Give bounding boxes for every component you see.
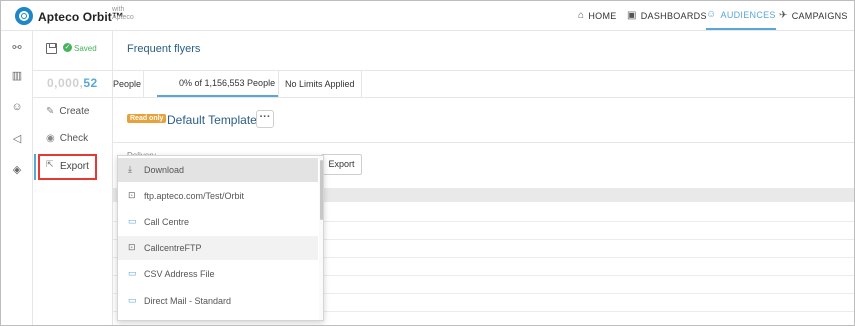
nav-campaigns[interactable]: ✈ CAMPAIGNS: [779, 1, 848, 30]
app-window: Apteco Orbit™ with Apteco ⌂ HOME ▣ DASHB…: [0, 0, 855, 326]
menu-export[interactable]: ⇱ Export: [38, 154, 97, 180]
template-name: Default Template: [167, 113, 257, 127]
menu-check[interactable]: ◉ Check: [46, 133, 88, 144]
count-row: [33, 70, 854, 98]
divider: [361, 71, 362, 98]
apteco-logo-icon: [15, 7, 33, 25]
read-only-badge: Read only: [127, 114, 167, 123]
dropdown-item-direct-mail[interactable]: ▭ Direct Mail - Standard: [118, 289, 318, 313]
delivery-dropdown: ⤓ Download ⊡ ftp.apteco.com/Test/Orbit ▭…: [117, 155, 324, 321]
dropdown-item-csv-address-file[interactable]: ▭ CSV Address File: [118, 262, 318, 286]
percent-of-total: 0% of 1,156,553 People: [179, 78, 276, 88]
link-icon[interactable]: ⚯: [10, 41, 24, 55]
dropdown-item-call-centre[interactable]: ▭ Call Centre: [118, 210, 318, 234]
icon-rail: ⚯ ▥ ☺ ◁ ◈: [1, 31, 33, 325]
with-apteco: with Apteco: [112, 6, 134, 21]
menu-create[interactable]: ✎ Create: [46, 106, 89, 117]
dropdown-scroll-thumb[interactable]: [320, 160, 323, 220]
saved-status: Saved: [74, 44, 97, 53]
dashboard-icon: ▣: [627, 10, 637, 21]
chart-icon[interactable]: ▥: [10, 69, 24, 83]
dropdown-item-callcentreftp[interactable]: ⊡ CallcentreFTP: [118, 236, 318, 260]
ftp-upload-icon: ⊡: [128, 190, 136, 200]
percent-progress-bar: [157, 95, 279, 97]
nav-audiences[interactable]: ☺ AUDIENCES: [706, 1, 776, 30]
audience-count: 0,000,52: [47, 76, 98, 90]
folder-icon: ▭: [128, 295, 137, 305]
layers-icon[interactable]: ◈: [10, 163, 24, 177]
audiences-icon: ☺: [706, 9, 717, 20]
top-bar: Apteco Orbit™ with Apteco ⌂ HOME ▣ DASHB…: [1, 1, 854, 31]
save-icon[interactable]: [46, 43, 57, 54]
people-icon[interactable]: ☺: [10, 100, 24, 114]
count-unit: People: [113, 79, 142, 89]
active-indicator: [34, 154, 36, 180]
audience-title[interactable]: Frequent flyers: [127, 43, 200, 55]
nav-dashboards[interactable]: ▣ DASHBOARDS: [627, 1, 707, 30]
more-options-button[interactable]: ···: [256, 110, 274, 128]
home-icon: ⌂: [578, 10, 585, 21]
divider: [143, 71, 144, 98]
export-button[interactable]: Export: [321, 154, 362, 175]
divider: [278, 71, 279, 98]
campaigns-icon: ✈: [779, 10, 788, 21]
dropdown-item-ftp-orbit[interactable]: ⊡ ftp.apteco.com/Test/Orbit: [118, 184, 318, 208]
megaphone-icon[interactable]: ◁: [10, 132, 24, 146]
folder-icon: ▭: [128, 216, 137, 226]
nav-home[interactable]: ⌂ HOME: [578, 1, 617, 30]
eye-icon: ◉: [46, 133, 55, 144]
download-icon: ⤓: [128, 164, 132, 174]
dropdown-item-download[interactable]: ⤓ Download: [118, 158, 318, 182]
export-icon: ⇱: [46, 159, 54, 169]
edit-icon: ✎: [46, 106, 55, 117]
ftp-upload-icon: ⊡: [128, 242, 136, 252]
limits-status[interactable]: No Limits Applied: [285, 79, 355, 89]
folder-icon: ▭: [128, 268, 137, 278]
divider: [113, 142, 854, 143]
check-icon: ✓: [63, 43, 72, 52]
